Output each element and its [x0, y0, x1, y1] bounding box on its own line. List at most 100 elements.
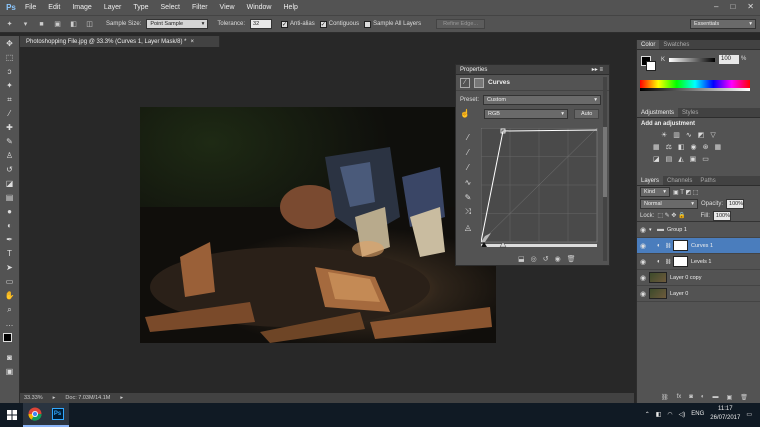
visibility-toggle-icon[interactable]: ◉ [555, 255, 561, 263]
zoom-level[interactable]: 33.33% [24, 395, 43, 401]
delete-layer-icon[interactable]: 🗑 [740, 394, 748, 401]
minimize-button[interactable]: – [714, 2, 718, 11]
k-slider[interactable] [669, 58, 715, 62]
threshold-icon[interactable]: ◭ [678, 155, 683, 163]
eye-icon[interactable]: ◉ [637, 274, 649, 282]
tool-preset-chevron-icon[interactable]: ▾ [20, 19, 31, 30]
posterize-icon[interactable]: ▤ [666, 155, 673, 163]
scrollbar-thumb[interactable] [603, 127, 607, 197]
hue-saturation-icon[interactable]: ▦ [653, 143, 660, 151]
menu-edit[interactable]: Edit [48, 4, 60, 11]
tab-close-icon[interactable]: × [191, 39, 195, 45]
crop-tool-icon[interactable]: ⌗ [2, 93, 18, 106]
levels-icon[interactable]: ▥ [673, 131, 680, 139]
eye-icon[interactable]: ◉ [637, 290, 649, 298]
blur-tool-icon[interactable]: ● [2, 205, 18, 218]
chevron-up-icon[interactable]: ⌃ [645, 411, 650, 418]
eraser-tool-icon[interactable]: ◪ [2, 177, 18, 190]
link-layers-icon[interactable]: ⛓ [661, 394, 669, 401]
curves-adjustment-icon[interactable]: ∕ [460, 77, 470, 88]
type-tool-icon[interactable]: T [2, 247, 18, 260]
quick-mask-icon[interactable]: ◙ [2, 351, 18, 364]
curves-icon[interactable]: ∿ [686, 131, 692, 139]
menu-type[interactable]: Type [133, 4, 148, 11]
layer-filter-select[interactable]: Kind ▾ [640, 187, 670, 197]
menu-file[interactable]: File [25, 4, 36, 11]
eye-icon[interactable]: ◉ [637, 258, 649, 266]
blend-mode-select[interactable]: Normal ▾ [640, 199, 698, 209]
pen-tool-icon[interactable]: ✒ [2, 233, 18, 246]
tab-channels[interactable]: Channels [663, 176, 696, 185]
maximize-button[interactable]: □ [730, 2, 735, 11]
edit-points-icon[interactable]: ∿ [460, 175, 476, 189]
selective-color-icon[interactable]: ▣ [690, 155, 697, 163]
menu-help[interactable]: Help [284, 4, 298, 11]
clipping-warning-icon[interactable]: ◬ [460, 220, 476, 234]
menu-view[interactable]: View [220, 4, 235, 11]
fill-input[interactable]: 100% [712, 210, 731, 221]
tab-paths[interactable]: Paths [696, 176, 719, 185]
start-button[interactable] [0, 403, 23, 427]
k-value-input[interactable]: 100 [719, 55, 739, 64]
panel-menu-icon[interactable]: ▸▸ ≡ [592, 66, 603, 73]
clip-to-layer-icon[interactable]: ⬓ [518, 255, 525, 263]
gradient-tool-icon[interactable]: ▤ [2, 191, 18, 204]
properties-panel-header[interactable]: Properties ▸▸ ≡ [456, 65, 609, 75]
intersect-selection-icon[interactable]: ◫ [84, 19, 95, 30]
delete-icon[interactable]: 🗑 [567, 255, 576, 263]
add-selection-icon[interactable]: ▣ [52, 19, 63, 30]
gray-point-eyedropper-icon[interactable]: ⁄ [460, 145, 476, 159]
tab-styles[interactable]: Styles [678, 108, 702, 117]
layer-row-layer-0[interactable]: ◉ Layer 0 [637, 286, 760, 302]
lock-icons[interactable]: ⬚ ✎ ✥ 🔒 [657, 212, 685, 219]
new-layer-icon[interactable]: ▣ [727, 394, 733, 401]
marquee-tool-icon[interactable]: ⬚ [2, 51, 18, 64]
wifi-icon[interactable]: ◠ [667, 411, 672, 418]
menu-select[interactable]: Select [161, 4, 180, 11]
dodge-tool-icon[interactable]: ◐ [2, 219, 18, 232]
document-image[interactable] [140, 107, 496, 343]
menu-image[interactable]: Image [72, 4, 91, 11]
photo-filter-icon[interactable]: ◉ [691, 143, 697, 151]
clone-stamp-tool-icon[interactable]: ♙ [2, 149, 18, 162]
tolerance-input[interactable]: 32 [250, 19, 273, 29]
properties-scrollbar[interactable] [603, 77, 607, 261]
photoshop-taskbar-button[interactable]: Ps [46, 403, 69, 427]
background-color-swatch[interactable] [646, 61, 656, 71]
eye-icon[interactable]: ◉ [637, 226, 649, 234]
exposure-icon[interactable]: ◩ [698, 131, 705, 139]
tab-color[interactable]: Color [637, 40, 660, 49]
document-tab[interactable]: Photoshopping File.jpg @ 33.3% (Curves 1… [20, 36, 220, 47]
history-brush-tool-icon[interactable]: ↺ [2, 163, 18, 176]
close-button[interactable]: ✕ [747, 2, 754, 11]
curves-graph[interactable] [481, 128, 599, 248]
subtract-selection-icon[interactable]: ◧ [68, 19, 79, 30]
black-point-eyedropper-icon[interactable]: ⁄ [460, 130, 476, 144]
eye-icon[interactable]: ◉ [637, 242, 649, 250]
layer-mask-thumbnail[interactable] [673, 240, 688, 251]
layer-row-layer-0-copy[interactable]: ◉ Layer 0 copy [637, 270, 760, 286]
white-point-eyedropper-icon[interactable]: ⁄ [460, 160, 476, 174]
network-icon[interactable]: ◧ [656, 411, 662, 418]
add-mask-icon[interactable]: ◙ [689, 394, 693, 401]
move-tool-icon[interactable]: ✥ [2, 37, 18, 50]
black-white-icon[interactable]: ◧ [678, 143, 685, 151]
notifications-icon[interactable]: ▭ [746, 411, 752, 418]
target-adjustment-icon[interactable]: ☝ [460, 109, 470, 118]
screen-mode-icon[interactable]: ▣ [2, 365, 18, 378]
gradient-map-icon[interactable]: ▭ [702, 155, 709, 163]
menu-window[interactable]: Window [247, 4, 272, 11]
layer-style-icon[interactable]: fx [677, 394, 682, 401]
menu-filter[interactable]: Filter [192, 4, 208, 11]
lasso-tool-icon[interactable]: ↄ [2, 65, 18, 78]
menu-layer[interactable]: Layer [104, 4, 122, 11]
vibrance-icon[interactable]: ▽ [710, 131, 715, 139]
auto-button[interactable]: Auto [573, 108, 600, 119]
hand-tool-icon[interactable]: ✋ [2, 289, 18, 302]
more-tools-icon[interactable]: … [2, 317, 18, 330]
magic-wand-tool-icon[interactable]: ✦ [2, 79, 18, 92]
layer-row-levels[interactable]: ◉ ◐ ⛓ Levels 1 [637, 254, 760, 270]
reset-icon[interactable]: ↺ [543, 255, 549, 263]
brightness-icon[interactable]: ☀ [661, 131, 667, 139]
tab-layers[interactable]: Layers [637, 176, 664, 185]
